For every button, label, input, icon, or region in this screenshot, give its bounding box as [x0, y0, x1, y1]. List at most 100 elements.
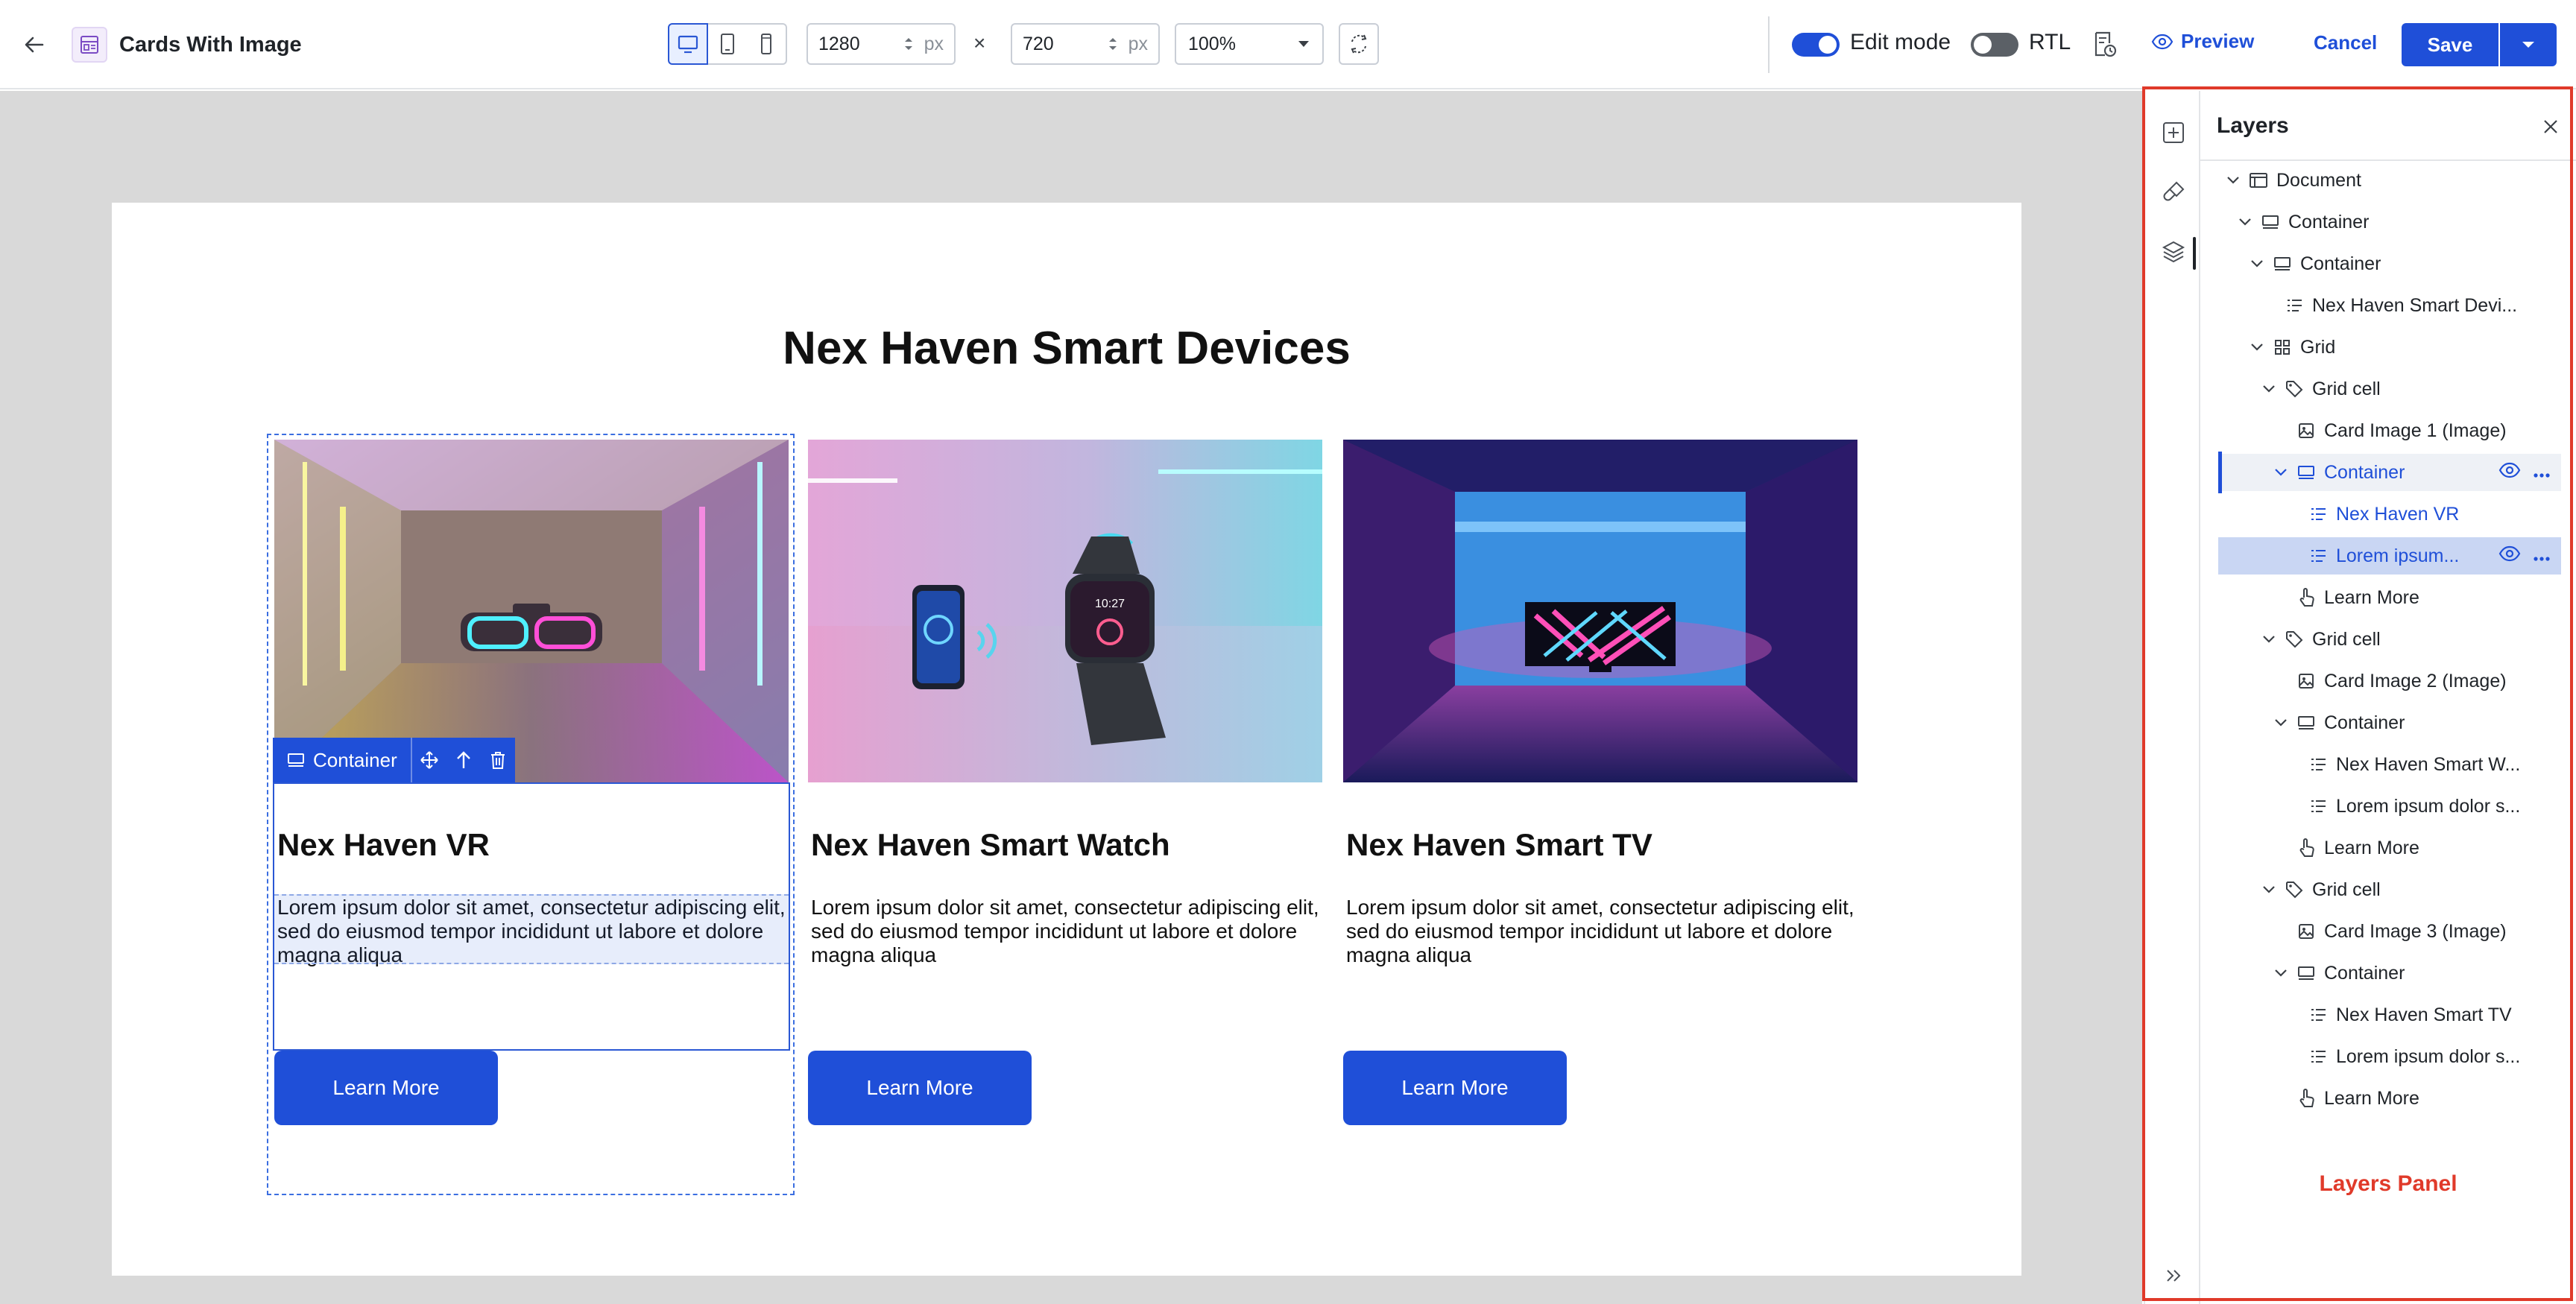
height-unit: px — [1128, 33, 1148, 54]
learn-more-button-vr[interactable]: Learn More — [274, 1051, 498, 1125]
chevron-down-icon[interactable] — [2270, 462, 2291, 483]
zoom-select[interactable]: 100% — [1175, 23, 1324, 65]
layer-row[interactable]: Learn More — [2218, 1080, 2561, 1117]
select-parent-arrow-up-icon[interactable] — [446, 738, 481, 782]
canvas-width-input[interactable]: 1280 px — [806, 23, 956, 65]
pointer-icon — [2294, 836, 2318, 860]
move-icon[interactable] — [412, 738, 446, 782]
layer-row[interactable]: Nex Haven VR — [2218, 496, 2561, 533]
card-title-vr[interactable]: Nex Haven VR — [277, 827, 490, 863]
card-title-smartwatch[interactable]: Nex Haven Smart Watch — [811, 827, 1170, 863]
chevron-down-icon[interactable] — [2247, 253, 2267, 274]
container-icon — [2294, 711, 2318, 735]
delete-trash-icon[interactable] — [481, 738, 515, 782]
canvas-height-input[interactable]: 720 px — [1011, 23, 1160, 65]
image-icon — [2294, 920, 2318, 943]
chevron-down-icon[interactable] — [2235, 212, 2255, 232]
save-button[interactable]: Save — [2402, 23, 2498, 66]
selected-element-name[interactable]: Container — [273, 738, 412, 782]
page-title: Cards With Image — [119, 33, 302, 57]
add-element-icon[interactable] — [2156, 115, 2191, 151]
layer-row[interactable]: Lorem ipsum dolor s... — [2218, 1038, 2561, 1075]
layer-row[interactable]: Container — [2218, 203, 2561, 241]
layer-row-label: Container — [2324, 962, 2405, 984]
chevron-down-icon[interactable] — [2258, 629, 2279, 650]
card-image-smartwatch[interactable]: 10:27 — [808, 440, 1322, 782]
preview-button[interactable]: Preview — [2151, 30, 2254, 53]
card-body-smart-tv[interactable]: Lorem ipsum dolor sit amet, consectetur … — [1346, 896, 1860, 967]
chevron-down-icon[interactable] — [2258, 879, 2279, 900]
rtl-toggle[interactable] — [1971, 33, 2018, 57]
layer-row[interactable]: Lorem ipsum dolor s... — [2218, 788, 2561, 825]
container-icon — [2294, 460, 2318, 484]
cancel-button[interactable]: Cancel — [2314, 31, 2377, 54]
edit-mode-toggle[interactable] — [1792, 33, 1840, 57]
card-title-smart-tv[interactable]: Nex Haven Smart TV — [1346, 827, 1652, 863]
visibility-eye-icon[interactable] — [2498, 545, 2521, 567]
layer-row[interactable]: Lorem ipsum... — [2218, 537, 2561, 575]
text-icon — [2306, 753, 2330, 776]
layer-row[interactable]: Learn More — [2218, 579, 2561, 616]
eye-icon — [2151, 34, 2174, 49]
layer-row[interactable]: Nex Haven Smart Devi... — [2218, 287, 2561, 324]
layer-row-label: Container — [2324, 461, 2405, 483]
layer-row[interactable]: Card Image 1 (Image) — [2218, 412, 2561, 449]
section-heading[interactable]: Nex Haven Smart Devices — [112, 322, 2021, 375]
card-body-smartwatch[interactable]: Lorem ipsum dolor sit amet, consectetur … — [811, 896, 1325, 967]
layer-row[interactable]: Card Image 2 (Image) — [2218, 662, 2561, 700]
tablet-view-button[interactable] — [708, 23, 748, 65]
card-body-vr[interactable]: Lorem ipsum dolor sit amet, consectetur … — [277, 896, 792, 967]
layer-row[interactable]: Nex Haven Smart TV — [2218, 996, 2561, 1034]
layer-row-label: Learn More — [2324, 1087, 2419, 1109]
container-icon — [2294, 961, 2318, 985]
rotate-orientation-button[interactable] — [1339, 23, 1379, 65]
more-options-icon[interactable] — [2533, 462, 2551, 484]
save-options-button[interactable] — [2500, 23, 2557, 66]
layer-row[interactable]: Card Image 3 (Image) — [2218, 913, 2561, 950]
desktop-icon — [678, 35, 698, 54]
close-icon[interactable] — [2534, 110, 2567, 143]
width-stepper-icon[interactable] — [900, 36, 917, 52]
layer-row[interactable]: Grid cell — [2218, 370, 2561, 408]
layer-row[interactable]: Container — [2218, 245, 2561, 282]
chevron-down-icon[interactable] — [2270, 712, 2291, 733]
visibility-eye-icon[interactable] — [2498, 462, 2521, 484]
layer-row[interactable]: Nex Haven Smart W... — [2218, 746, 2561, 783]
card-image-vr[interactable] — [274, 440, 789, 782]
back-arrow-icon[interactable] — [16, 27, 52, 63]
text-icon — [2306, 502, 2330, 526]
page-frame: Nex Haven Smart Devices 10:27 Nex Haven … — [112, 203, 2021, 1276]
chevron-down-icon[interactable] — [2258, 379, 2279, 399]
chevron-down-icon[interactable] — [2270, 963, 2291, 984]
chevron-down-icon[interactable] — [2223, 170, 2244, 191]
layer-row[interactable]: Document — [2218, 162, 2561, 199]
layer-row[interactable]: Container — [2218, 955, 2561, 992]
layer-row[interactable]: Container — [2218, 704, 2561, 741]
card-image-smart-tv[interactable] — [1343, 440, 1857, 782]
history-icon[interactable] — [2090, 28, 2120, 61]
text-icon — [2306, 794, 2330, 818]
layer-row[interactable]: Grid — [2218, 329, 2561, 366]
layer-row[interactable]: Grid cell — [2218, 621, 2561, 658]
learn-more-button-smartwatch[interactable]: Learn More — [808, 1051, 1032, 1125]
double-chevron-right-icon[interactable] — [2156, 1258, 2191, 1294]
layers-stack-icon[interactable] — [2156, 234, 2191, 270]
height-stepper-icon[interactable] — [1105, 36, 1121, 52]
layer-row[interactable]: Learn More — [2218, 829, 2561, 867]
page-template-icon — [72, 27, 107, 63]
zoom-value: 100% — [1188, 33, 1236, 54]
layer-row[interactable]: Container — [2218, 454, 2561, 491]
desktop-view-button[interactable] — [668, 23, 708, 65]
layer-row[interactable]: Grid cell — [2218, 871, 2561, 908]
layer-row-label: Lorem ipsum... — [2336, 545, 2460, 566]
more-options-icon[interactable] — [2533, 545, 2551, 567]
mobile-view-button[interactable] — [747, 23, 787, 65]
chevron-down-icon[interactable] — [2247, 337, 2267, 358]
rotate-icon — [1351, 34, 1367, 54]
learn-more-button-smart-tv[interactable]: Learn More — [1343, 1051, 1567, 1125]
style-brush-icon[interactable] — [2156, 174, 2191, 210]
